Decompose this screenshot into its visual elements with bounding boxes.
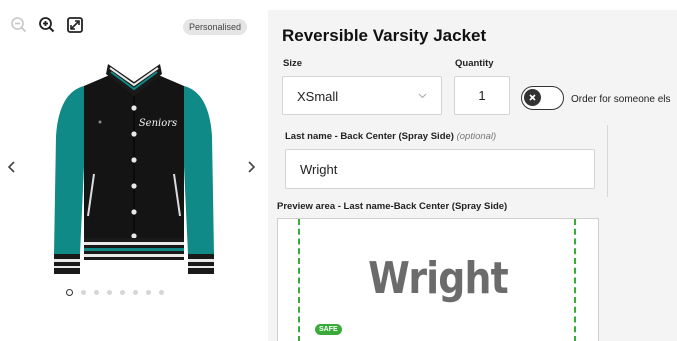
carousel-dot[interactable]: [107, 290, 112, 295]
chevron-down-icon: [418, 93, 427, 99]
safe-badge: SAFE: [315, 324, 342, 335]
toggle-knob: [524, 89, 541, 106]
carousel-dot[interactable]: [133, 290, 138, 295]
carousel-dot[interactable]: [81, 290, 86, 295]
divider: [607, 125, 608, 197]
preview-label: Preview area - Last name-Back Center (Sp…: [277, 201, 508, 212]
carousel-dot[interactable]: [159, 290, 164, 295]
product-title: Reversible Varsity Jacket: [282, 26, 487, 45]
zoom-out-icon[interactable]: [10, 16, 28, 34]
lastname-input[interactable]: Wright: [285, 149, 595, 189]
size-select[interactable]: XSmall: [282, 76, 442, 115]
carousel-dot[interactable]: [146, 290, 151, 295]
product-gallery: Personalised Seniors: [0, 0, 268, 341]
personalised-badge: Personalised: [183, 19, 248, 35]
quantity-label: Quantity: [455, 58, 494, 69]
carousel-dot[interactable]: [66, 289, 73, 296]
image-carousel-dots: [66, 289, 164, 296]
size-label: Size: [283, 58, 303, 69]
carousel-dot[interactable]: [120, 290, 125, 295]
jacket-product-image: Seniors: [54, 64, 214, 274]
jacket-emblem-text: Seniors: [139, 118, 177, 129]
lastname-label: Last name - Back Center (Spray Side) (op…: [285, 131, 496, 142]
prev-image-arrow-icon[interactable]: [5, 158, 19, 176]
lastname-label-text: Last name - Back Center (Spray Side): [285, 131, 454, 142]
preview-area: Wright SAFE: [277, 218, 599, 341]
close-icon: [529, 94, 536, 101]
next-image-arrow-icon[interactable]: [244, 158, 258, 176]
optional-hint: (optional): [456, 131, 497, 142]
preview-text: Wright: [368, 253, 509, 304]
size-select-value: XSmall: [297, 89, 339, 104]
order-for-someone-label: Order for someone els: [571, 94, 671, 105]
zoom-in-icon[interactable]: [38, 16, 56, 34]
quantity-input[interactable]: 1: [454, 76, 510, 115]
fullscreen-icon[interactable]: [66, 16, 84, 34]
carousel-dot[interactable]: [94, 290, 99, 295]
product-options-panel: Reversible Varsity Jacket Size Quantity …: [268, 10, 677, 341]
order-for-someone-toggle[interactable]: [521, 86, 564, 110]
